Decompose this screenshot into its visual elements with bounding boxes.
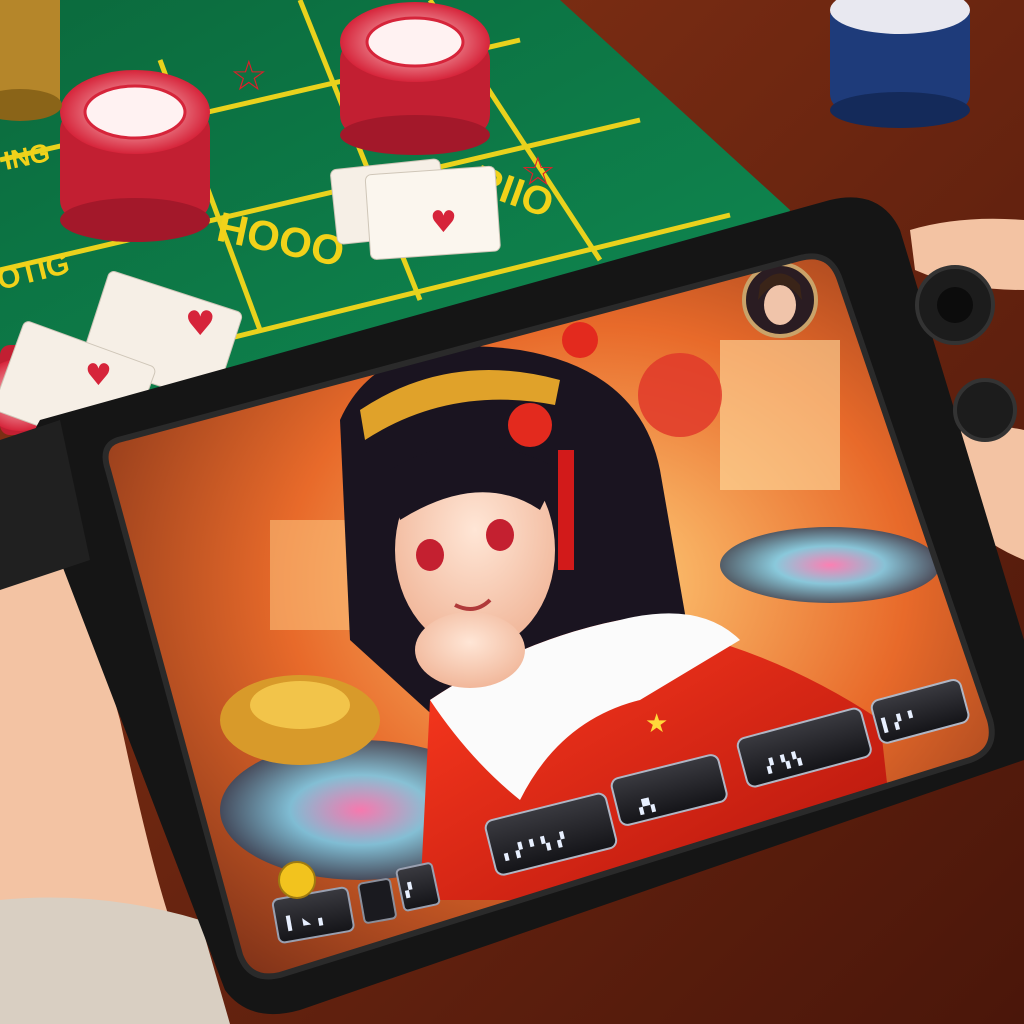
- chip-stack: [340, 2, 490, 155]
- right-button[interactable]: [953, 378, 1017, 442]
- svg-text:♥: ♥: [85, 358, 112, 393]
- scene: ING OTIG RIIO HOOO ☆ ☆ ♥ ♥ ♥ ★ ▌ ◣ ▖ ▗▘ …: [0, 0, 1024, 1024]
- player-avatar-icon[interactable]: [742, 262, 818, 338]
- chip-stack: [830, 0, 970, 128]
- svg-text:♥: ♥: [430, 205, 457, 240]
- chip-stack: [0, 0, 62, 121]
- svg-text:★: ★: [645, 709, 668, 739]
- coin-icon: [278, 861, 316, 899]
- svg-text:☆: ☆: [230, 51, 268, 100]
- roulette-table: [720, 527, 940, 603]
- svg-text:☆: ☆: [520, 149, 556, 195]
- panel-small-square[interactable]: [357, 878, 397, 924]
- panel-center-small[interactable]: ▗▘: [395, 862, 441, 912]
- panel-coin-slot[interactable]: [278, 861, 316, 899]
- chip-stack: [60, 70, 210, 242]
- svg-text:♥: ♥: [185, 304, 215, 344]
